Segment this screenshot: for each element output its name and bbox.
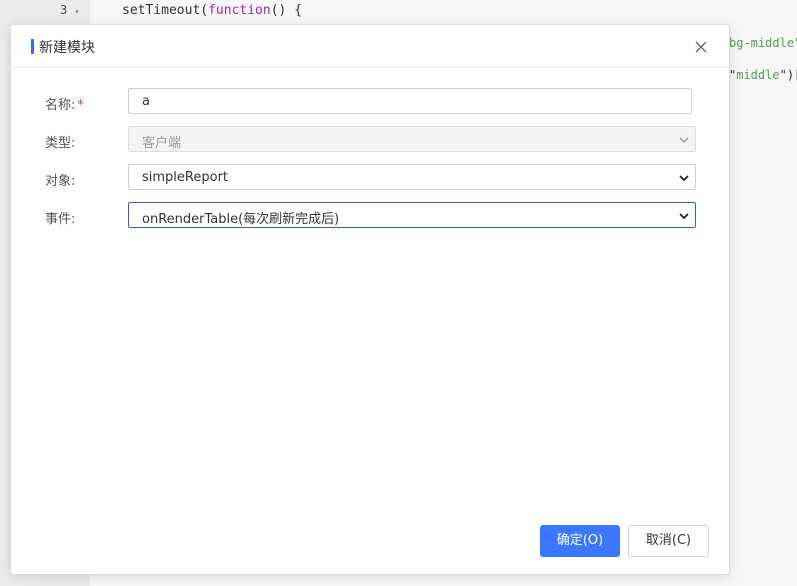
ok-button[interactable]: 确定(O) [540,525,620,557]
chevron-down-icon [679,175,689,182]
name-input-value: a [142,94,150,109]
event-label: 事件: [45,212,76,227]
line-number: 3 ▾ [60,3,80,17]
type-select: 客户端 [128,126,696,152]
cancel-button[interactable]: 取消(C) [628,525,709,557]
title-accent-bar [31,39,34,54]
form-row-type: 类型: 客户端 [11,126,729,154]
close-icon[interactable] [693,39,709,55]
chevron-down-icon [679,137,689,144]
chevron-down-icon [679,213,689,220]
code-snippet-right-1: bg-middle" [729,36,797,50]
required-mark: * [77,98,84,113]
form-row-name: 名称: * a [11,88,729,116]
event-select-value: onRenderTable(每次刷新完成后) [142,212,340,227]
code-line: setTimeout(function() { [122,3,303,18]
code-keyword: function [208,3,271,18]
object-select-value: simpleReport [142,170,229,185]
code-snippet-right-2: "middle")[C [729,68,797,82]
type-select-value: 客户端 [142,136,182,151]
new-module-dialog: 新建模块 名称: * a 类型: 客户端 对象: simpleReport 事件… [10,24,730,575]
form-row-event: 事件: onRenderTable(每次刷新完成后) [11,202,729,230]
name-input[interactable]: a [128,88,692,114]
form-row-object: 对象: simpleReport [11,164,729,192]
type-label: 类型: [45,136,76,151]
object-select[interactable]: simpleReport [128,164,696,190]
fold-arrow-icon[interactable]: ▾ [74,7,79,16]
dialog-title: 新建模块 [39,40,95,56]
event-select[interactable]: onRenderTable(每次刷新完成后) [128,202,696,228]
name-label: 名称: * [45,98,84,113]
dialog-footer: 确定(O) 取消(C) [11,514,729,574]
object-label: 对象: [45,174,76,189]
dialog-header: 新建模块 [11,25,729,68]
